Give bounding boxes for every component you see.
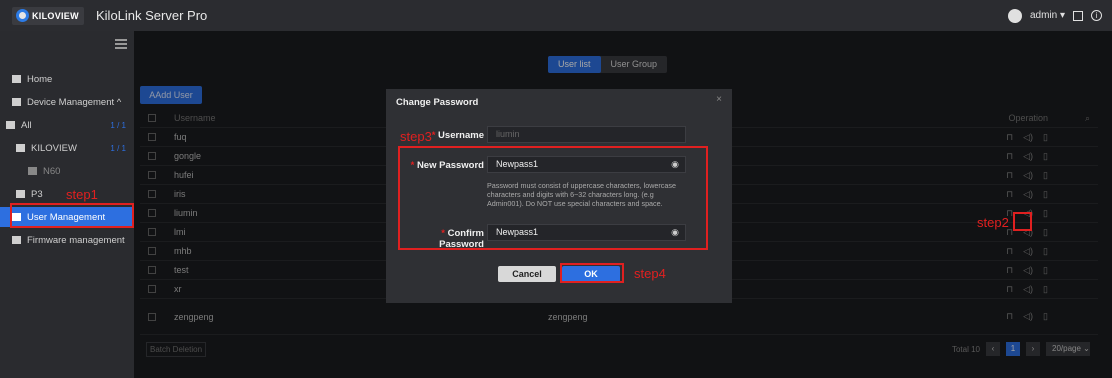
sidebar-item-n60[interactable]: N60 xyxy=(0,161,134,181)
step3-label: step3 xyxy=(400,129,432,144)
logo-text: KILOVIEW xyxy=(32,10,79,21)
firmware-icon xyxy=(12,236,21,244)
sidebar-item-device-management[interactable]: Device Management ^ xyxy=(0,92,134,112)
user-avatar-icon[interactable] xyxy=(1007,8,1022,23)
annotation-box-ok xyxy=(560,263,624,283)
sidebar-item-label: P3 xyxy=(31,188,43,200)
dialog-title: Change Password xyxy=(396,97,479,108)
logo-icon xyxy=(16,9,29,22)
top-bar: KILOVIEW KiloLink Server Pro admin ▾ i xyxy=(0,0,1112,31)
user-menu[interactable]: admin ▾ xyxy=(1030,10,1065,21)
collapse-menu-icon[interactable] xyxy=(115,39,127,49)
count-badge: 1 / 1 xyxy=(110,120,126,130)
info-icon[interactable]: i xyxy=(1091,10,1102,21)
annotation-box-lock xyxy=(1013,212,1032,231)
username-field: liumin xyxy=(487,126,686,143)
cancel-button[interactable]: Cancel xyxy=(498,266,556,282)
sidebar-item-label: KILOVIEW xyxy=(31,142,77,154)
sidebar-item-home[interactable]: Home xyxy=(0,69,134,89)
close-icon[interactable]: × xyxy=(716,94,722,105)
sidebar-item-label: N60 xyxy=(43,165,61,177)
sidebar-item-kiloview[interactable]: KILOVIEW 1 / 1 xyxy=(0,138,134,158)
sidebar-item-label: Firmware management xyxy=(27,234,125,246)
fullscreen-icon[interactable] xyxy=(1073,10,1083,21)
annotation-box-passwords xyxy=(398,146,708,250)
sidebar-item-label: Device Management ^ xyxy=(27,96,122,108)
sidebar-item-firmware[interactable]: Firmware management xyxy=(0,230,134,250)
username-label: * Username xyxy=(431,130,484,141)
step1-label: step1 xyxy=(66,187,98,202)
folder-icon xyxy=(6,121,15,129)
device-icon xyxy=(12,98,21,106)
folder-icon xyxy=(16,190,25,198)
sidebar-item-label: All xyxy=(21,119,32,131)
step2-label: step2 xyxy=(977,215,1009,230)
step4-label: step4 xyxy=(634,266,666,281)
kiloview-logo: KILOVIEW xyxy=(12,6,84,25)
sidebar-item-label: Home xyxy=(27,73,53,85)
device-icon xyxy=(28,167,37,175)
app-title: KiloLink Server Pro xyxy=(96,8,208,23)
folder-icon xyxy=(16,144,25,152)
home-icon xyxy=(12,75,21,83)
annotation-box-user-management xyxy=(10,203,134,228)
sidebar-item-all[interactable]: All 1 / 1 xyxy=(0,115,134,135)
count-badge: 1 / 1 xyxy=(110,143,126,153)
